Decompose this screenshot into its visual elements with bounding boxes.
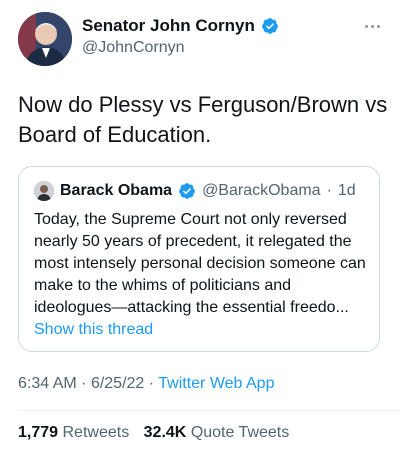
meta-separator-dot: · [81, 375, 91, 392]
divider [18, 410, 400, 411]
quote-tweets-count: 32.4K [143, 424, 187, 441]
tweet-meta: 6:34 AM · 6/25/22 · Twitter Web App [18, 375, 274, 393]
tweet-header: Senator John Cornyn @JohnCornyn [18, 12, 386, 68]
tweet-stats: 1,779 Retweets 32.4K Quote Tweets [18, 424, 299, 442]
author-display-name[interactable]: Senator John Cornyn [82, 16, 255, 36]
retweets-stat[interactable]: 1,779 Retweets [18, 424, 134, 441]
quote-tweets-label: Quote Tweets [190, 424, 290, 441]
tweet-text: Now do Plessy vs Ferguson/Brown vs Board… [18, 92, 388, 147]
meta-separator-dot: · [148, 375, 159, 392]
quoted-author-handle: @BarackObama [202, 182, 321, 199]
quoted-author-name: Barack Obama [60, 182, 173, 199]
quoted-tweet-header: Barack Obama @BarackObama · 1d [34, 181, 356, 201]
tweet-source[interactable]: Twitter Web App [158, 375, 274, 392]
author-names: Senator John Cornyn @JohnCornyn [82, 16, 279, 57]
quoted-tweet-card[interactable]: Barack Obama @BarackObama · 1d Today, th… [18, 166, 380, 352]
more-options-icon[interactable] [358, 16, 386, 36]
tweet-time[interactable]: 6:34 AM [18, 375, 77, 392]
show-thread-link[interactable]: Show this thread [34, 321, 153, 339]
author-handle[interactable]: @JohnCornyn [82, 39, 279, 57]
quoted-author-avatar [34, 181, 54, 201]
quote-tweets-stat[interactable]: 32.4K Quote Tweets [144, 424, 290, 441]
verified-badge-icon [179, 183, 195, 199]
verified-badge-icon [261, 18, 278, 34]
tweet-date[interactable]: 6/25/22 [91, 375, 144, 392]
quoted-separator-dot: · [326, 182, 332, 199]
quoted-tweet-text: Today, the Supreme Court not only revers… [34, 211, 366, 316]
retweets-count: 1,779 [18, 424, 59, 441]
retweets-label: Retweets [62, 424, 130, 441]
quoted-tweet-age: 1d [337, 182, 356, 199]
author-avatar[interactable] [18, 12, 72, 66]
